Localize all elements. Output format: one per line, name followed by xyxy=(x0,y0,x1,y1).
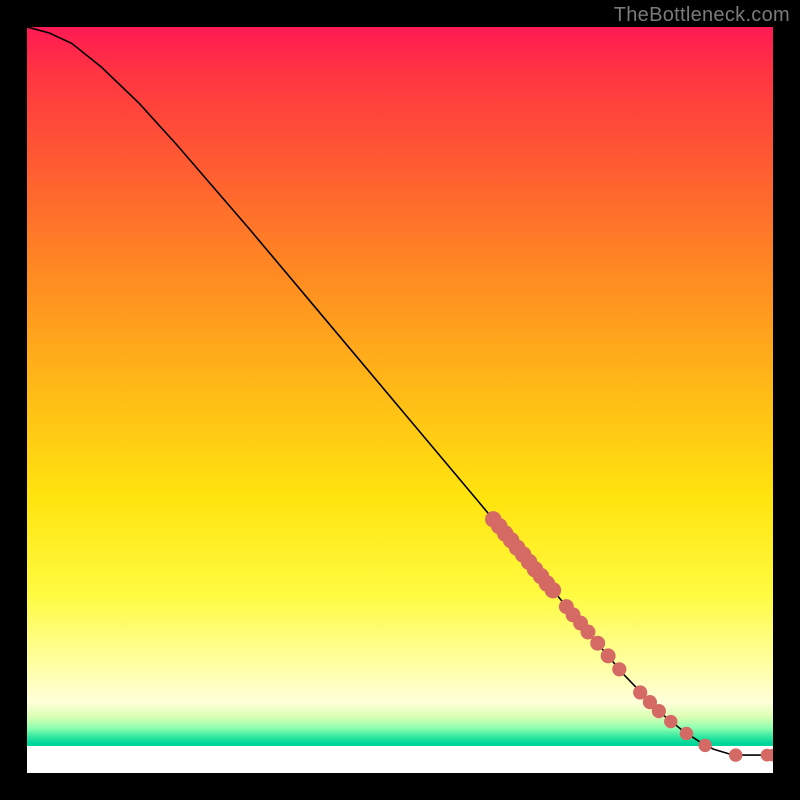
page-root: TheBottleneck.com xyxy=(0,0,800,800)
chart-dot xyxy=(612,662,626,676)
chart-dot xyxy=(652,704,666,718)
chart-dot xyxy=(698,739,711,752)
chart-dot xyxy=(664,715,677,728)
attribution-text: TheBottleneck.com xyxy=(614,4,790,27)
chart-dot xyxy=(581,625,596,640)
chart-dot xyxy=(545,582,561,598)
chart-curve xyxy=(27,27,773,755)
plot-area xyxy=(27,27,773,773)
chart-dot xyxy=(601,648,616,663)
chart-dot xyxy=(680,727,693,740)
chart-overlay-svg xyxy=(27,27,773,773)
chart-dot xyxy=(729,748,742,761)
chart-dots xyxy=(485,511,773,762)
chart-dot xyxy=(590,636,605,651)
